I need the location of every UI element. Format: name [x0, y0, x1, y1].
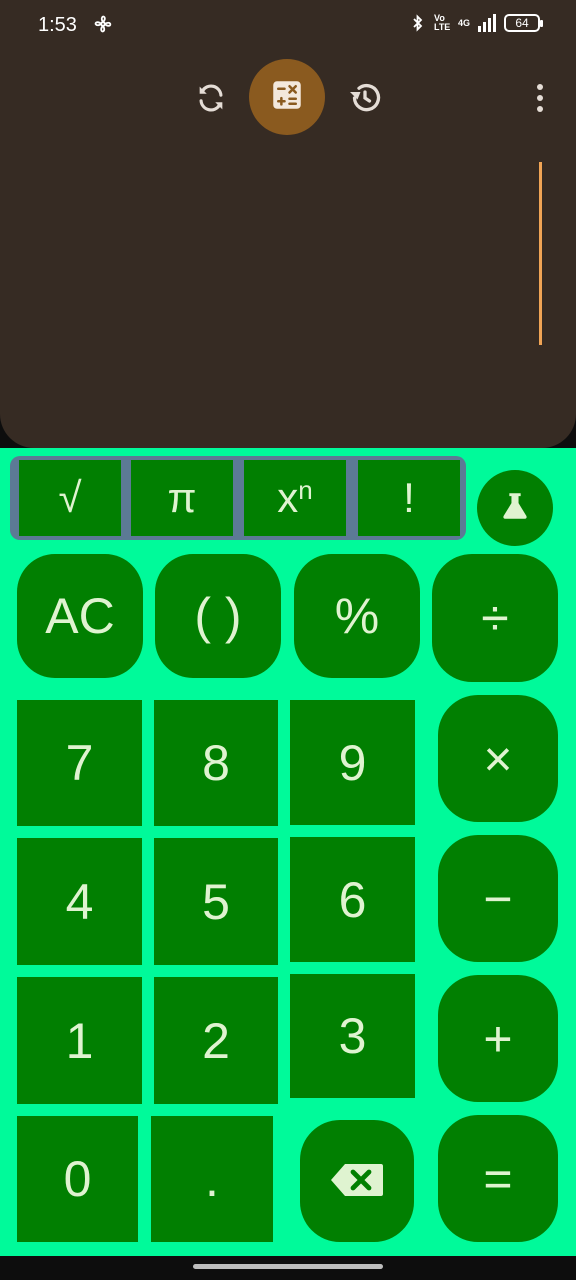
- digit-9-button[interactable]: 9: [290, 700, 415, 825]
- power-base: x: [277, 474, 299, 521]
- digit-4-button[interactable]: 4: [17, 838, 142, 965]
- calculator-mode-button[interactable]: [249, 59, 325, 135]
- percent-button[interactable]: %: [294, 554, 420, 678]
- pi-button[interactable]: π: [131, 460, 233, 536]
- parentheses-button[interactable]: ( ): [155, 554, 281, 678]
- sync-icon[interactable]: [191, 78, 231, 118]
- factorial-button[interactable]: !: [358, 460, 460, 536]
- calculator-icon: [272, 80, 302, 115]
- history-icon[interactable]: [345, 78, 385, 118]
- battery-icon: 64: [504, 14, 543, 32]
- volte-label: Vo LTE: [433, 13, 451, 32]
- gesture-handle[interactable]: [193, 1264, 383, 1269]
- network-type: 4G: [457, 18, 470, 28]
- equals-button[interactable]: =: [438, 1115, 558, 1242]
- digit-2-button[interactable]: 2: [154, 977, 278, 1104]
- minus-button[interactable]: −: [438, 835, 558, 962]
- more-vert-icon[interactable]: [528, 82, 552, 114]
- power-exponent: n: [298, 474, 313, 505]
- digit-5-button[interactable]: 5: [154, 838, 278, 965]
- navigation-bar: [0, 1256, 576, 1280]
- digit-1-button[interactable]: 1: [17, 977, 142, 1104]
- multiply-button[interactable]: ×: [438, 695, 558, 822]
- decimal-button[interactable]: .: [151, 1116, 273, 1242]
- display-panel: 1:53 Vo LTE 4G 64: [0, 0, 576, 448]
- digit-7-button[interactable]: 7: [17, 700, 142, 826]
- plus-button[interactable]: +: [438, 975, 558, 1102]
- bluetooth-icon: [410, 14, 426, 32]
- status-icons: Vo LTE 4G 64: [410, 13, 543, 32]
- keypad: √ π xn ! AC ( ) % ÷ 7 8 9 × 4 5 6 − 1 2 …: [0, 448, 576, 1256]
- digit-8-button[interactable]: 8: [154, 700, 278, 826]
- divide-button[interactable]: ÷: [432, 554, 558, 682]
- sqrt-button[interactable]: √: [19, 460, 121, 536]
- digit-0-button[interactable]: 0: [17, 1116, 138, 1242]
- signal-icon: [478, 14, 496, 32]
- input-cursor[interactable]: [539, 162, 542, 345]
- backspace-icon: [329, 1152, 385, 1210]
- digit-6-button[interactable]: 6: [290, 837, 415, 962]
- scientific-toggle-button[interactable]: [477, 470, 553, 546]
- battery-level: 64: [515, 16, 529, 30]
- flask-icon: [498, 489, 532, 528]
- status-bar: 1:53 Vo LTE 4G 64: [0, 0, 576, 52]
- power-button[interactable]: xn: [244, 460, 346, 536]
- status-time: 1:53: [38, 14, 77, 36]
- digit-3-button[interactable]: 3: [290, 974, 415, 1098]
- fan-icon: [92, 13, 114, 41]
- clear-button[interactable]: AC: [17, 554, 143, 678]
- backspace-button[interactable]: [300, 1120, 414, 1242]
